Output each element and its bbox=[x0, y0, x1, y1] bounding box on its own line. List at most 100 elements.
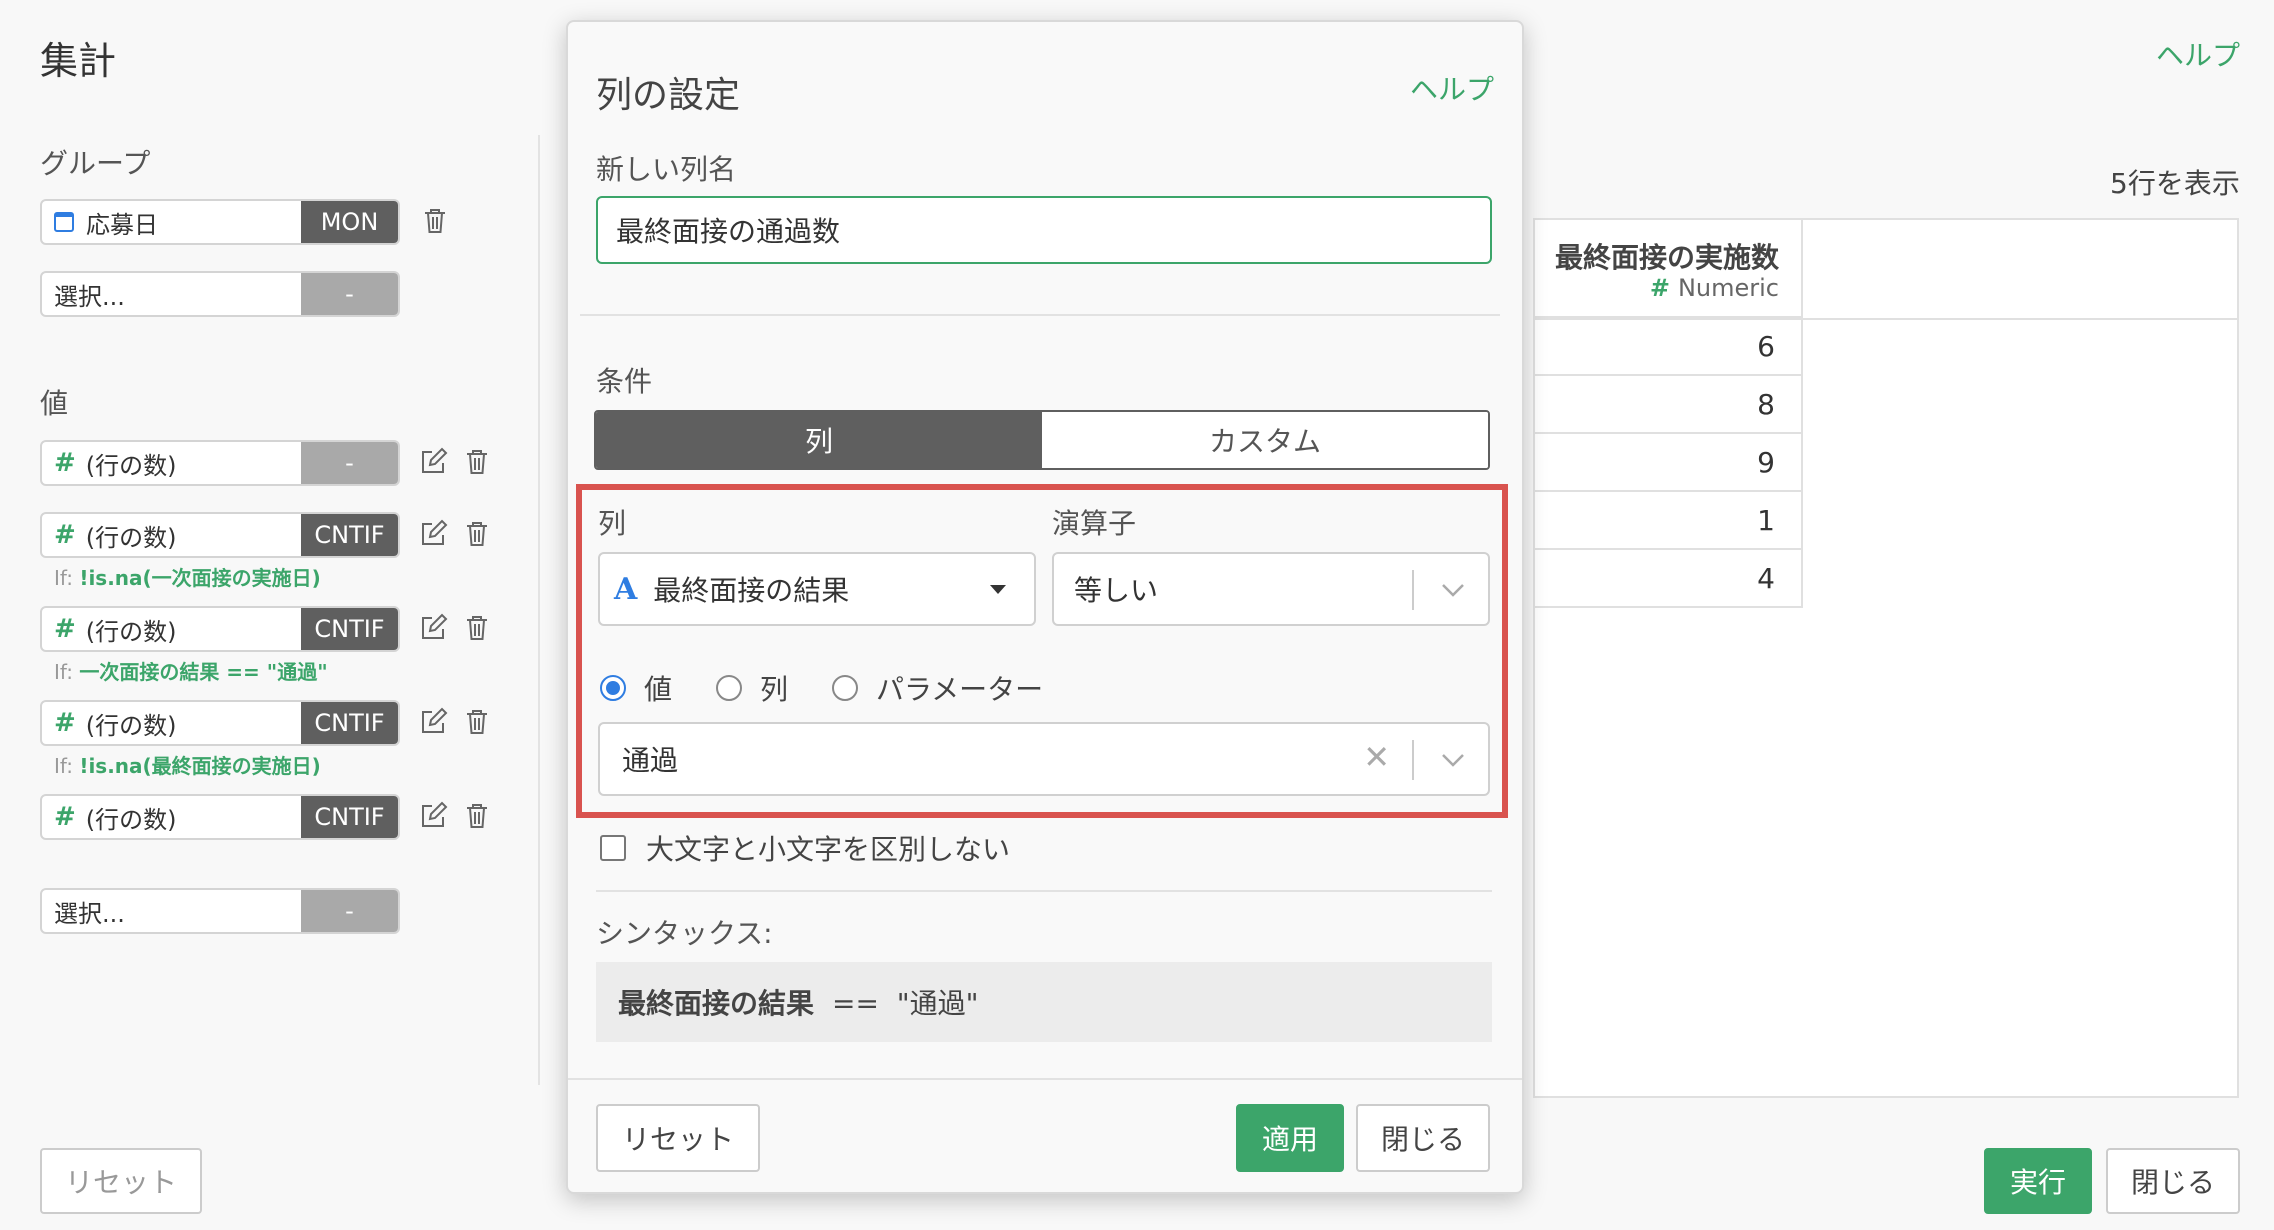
operator-select[interactable]: 等しい bbox=[1052, 552, 1490, 626]
new-name-label: 新しい列名 bbox=[596, 153, 737, 186]
edit-icon[interactable] bbox=[416, 705, 450, 739]
tab-custom[interactable]: カスタム bbox=[1042, 412, 1488, 468]
syntax-column: 最終面接の結果 bbox=[618, 987, 815, 1020]
table-cell: 4 bbox=[1535, 550, 1803, 608]
numeric-icon: # bbox=[54, 520, 76, 550]
group-row-date[interactable]: 応募日 MON bbox=[40, 199, 400, 245]
edit-icon[interactable] bbox=[416, 611, 450, 645]
divider bbox=[580, 314, 1500, 316]
value-function-tag[interactable]: CNTIF bbox=[301, 796, 398, 838]
column-type: # Numeric bbox=[1649, 274, 1779, 302]
value-function-tag[interactable]: CNTIF bbox=[301, 702, 398, 744]
value-heading: 値 bbox=[40, 387, 69, 420]
column-header[interactable]: 最終面接の実施数 # Numeric bbox=[1535, 220, 1803, 318]
numeric-icon: # bbox=[54, 802, 76, 832]
column-name: 最終面接の実施数 bbox=[1554, 241, 1779, 274]
help-link[interactable]: ヘルプ bbox=[2156, 34, 2240, 74]
close-button[interactable]: 閉じる bbox=[2106, 1148, 2240, 1214]
value-row[interactable]: # (行の数) - bbox=[40, 440, 400, 486]
caret-down-icon bbox=[990, 585, 1006, 594]
dialog-reset-button[interactable]: リセット bbox=[596, 1104, 760, 1172]
operator-label: 演算子 bbox=[1052, 507, 1137, 540]
table-cell: 8 bbox=[1535, 376, 1803, 434]
run-button[interactable]: 実行 bbox=[1984, 1148, 2092, 1214]
numeric-icon: # bbox=[54, 708, 76, 738]
value-condition: If: 一次面接の結果 == "通過" bbox=[54, 660, 328, 684]
trash-icon[interactable] bbox=[460, 611, 494, 645]
panel-divider bbox=[538, 135, 540, 1085]
footer-divider bbox=[568, 1078, 1522, 1080]
reset-button[interactable]: リセット bbox=[40, 1148, 202, 1214]
radio-parameter[interactable]: パラメーター bbox=[832, 668, 1043, 708]
value-label: (行の数) bbox=[85, 617, 177, 646]
edit-icon[interactable] bbox=[416, 799, 450, 833]
group-function-tag[interactable]: MON bbox=[301, 201, 398, 243]
value-select-tag: - bbox=[301, 890, 398, 932]
dialog-close-button[interactable]: 閉じる bbox=[1356, 1104, 1490, 1172]
radio-selected-icon bbox=[600, 675, 626, 701]
group-select-row[interactable]: 選択... - bbox=[40, 271, 400, 317]
ignore-case-label: 大文字と小文字を区別しない bbox=[646, 833, 1011, 866]
numeric-icon: # bbox=[54, 448, 76, 478]
value-select-label: 選択... bbox=[54, 899, 125, 928]
trash-icon[interactable] bbox=[418, 204, 452, 238]
value-select-row[interactable]: 選択... - bbox=[40, 888, 400, 934]
tab-column[interactable]: 列 bbox=[596, 412, 1042, 468]
value-function-tag[interactable]: CNTIF bbox=[301, 608, 398, 650]
trash-icon[interactable] bbox=[460, 445, 494, 479]
numeric-icon: # bbox=[54, 614, 76, 644]
condition-mode-toggle: 列 カスタム bbox=[594, 410, 1490, 470]
group-heading: グループ bbox=[40, 147, 151, 180]
trash-icon[interactable] bbox=[460, 705, 494, 739]
radio-value[interactable]: 値 bbox=[600, 668, 672, 708]
value-row[interactable]: # (行の数) CNTIF bbox=[40, 700, 400, 746]
select-separator bbox=[1412, 570, 1414, 610]
edit-icon[interactable] bbox=[416, 445, 450, 479]
syntax-preview: 最終面接の結果 == "通過" bbox=[596, 962, 1492, 1042]
radio-empty-icon bbox=[832, 675, 858, 701]
column-select-value: 最終面接の結果 bbox=[653, 574, 850, 607]
value-function-tag[interactable]: CNTIF bbox=[301, 514, 398, 556]
value-label: (行の数) bbox=[85, 711, 177, 740]
table-cell: 6 bbox=[1535, 318, 1803, 376]
numeric-icon: # bbox=[1649, 274, 1670, 302]
calendar-icon bbox=[54, 212, 74, 232]
condition-label: 条件 bbox=[596, 365, 653, 398]
edit-icon[interactable] bbox=[416, 517, 450, 551]
value-condition: If: !is.na(最終面接の実施日) bbox=[54, 754, 321, 778]
trash-icon[interactable] bbox=[460, 517, 494, 551]
value-label: (行の数) bbox=[85, 805, 177, 834]
apply-button[interactable]: 適用 bbox=[1236, 1104, 1344, 1172]
column-select[interactable]: A 最終面接の結果 bbox=[598, 552, 1036, 626]
table-cell: 1 bbox=[1535, 492, 1803, 550]
group-select-tag: - bbox=[301, 273, 398, 315]
checkbox[interactable] bbox=[600, 835, 626, 861]
value-select-value: 通過 bbox=[622, 744, 679, 777]
row-count: 5行を表示 bbox=[2110, 167, 2240, 200]
value-function-tag[interactable]: - bbox=[301, 442, 398, 484]
dialog-title: 列の設定 bbox=[596, 75, 741, 116]
chevron-down-icon bbox=[1442, 754, 1464, 767]
chevron-down-icon bbox=[1442, 584, 1464, 597]
column-label: 列 bbox=[598, 507, 627, 540]
trash-icon[interactable] bbox=[460, 799, 494, 833]
group-select-label: 選択... bbox=[54, 282, 125, 311]
syntax-label: シンタックス: bbox=[596, 917, 773, 950]
value-row[interactable]: # (行の数) CNTIF bbox=[40, 606, 400, 652]
operator-select-value: 等しい bbox=[1074, 574, 1159, 607]
string-type-icon: A bbox=[614, 571, 638, 607]
ignore-case-option[interactable]: 大文字と小文字を区別しない bbox=[600, 828, 1010, 868]
clear-icon[interactable]: ✕ bbox=[1363, 738, 1390, 776]
radio-column[interactable]: 列 bbox=[716, 668, 788, 708]
new-column-name-input[interactable] bbox=[596, 196, 1492, 264]
value-row[interactable]: # (行の数) CNTIF bbox=[40, 512, 400, 558]
dialog-help-link[interactable]: ヘルプ bbox=[1410, 68, 1494, 108]
value-select[interactable]: 通過 ✕ bbox=[598, 722, 1490, 796]
table-cell: 9 bbox=[1535, 434, 1803, 492]
value-label: (行の数) bbox=[85, 451, 177, 480]
group-column-label: 応募日 bbox=[86, 210, 158, 239]
divider bbox=[596, 890, 1492, 892]
select-separator bbox=[1412, 740, 1414, 780]
radio-empty-icon bbox=[716, 675, 742, 701]
value-row[interactable]: # (行の数) CNTIF bbox=[40, 794, 400, 840]
